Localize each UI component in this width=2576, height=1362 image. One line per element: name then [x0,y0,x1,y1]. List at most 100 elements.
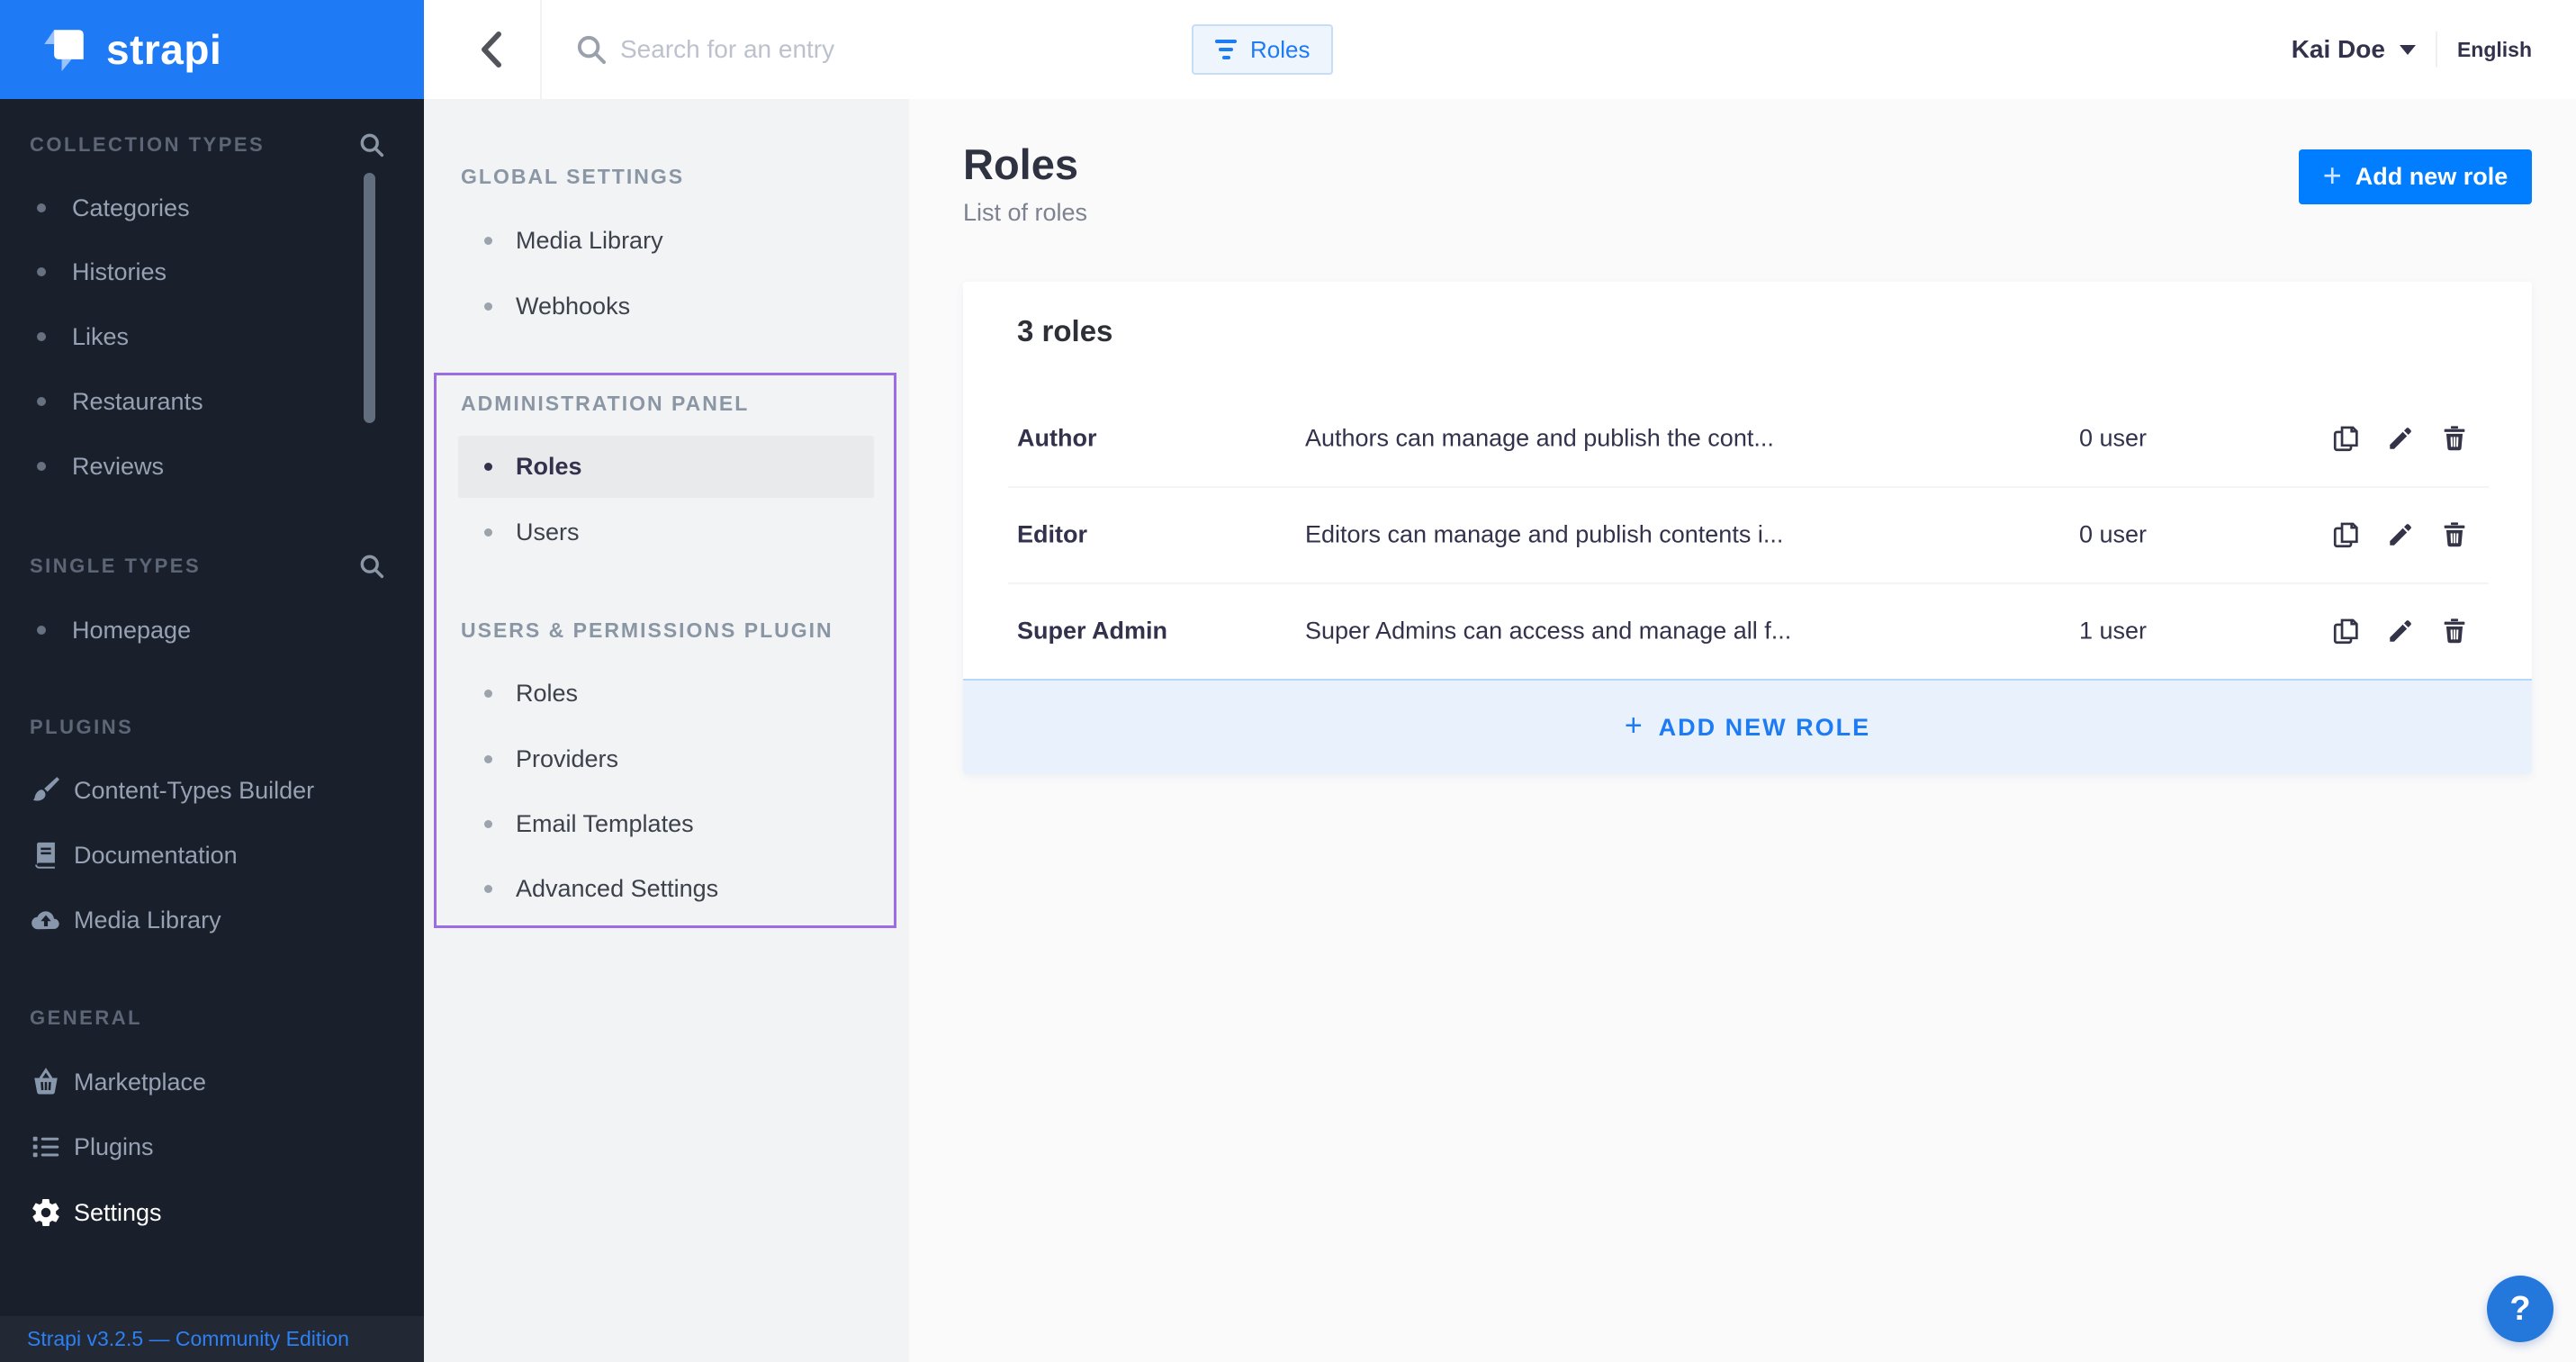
table-row-super-admin[interactable]: Super Admin Super Admins can access and … [963,582,2532,679]
subnav-item-admin-users[interactable]: Users [424,514,896,550]
sidebar-item-plugins[interactable]: Plugins [0,1129,424,1165]
role-name: Editor [1017,520,1287,548]
role-description: Super Admins can access and manage all f… [1305,617,2043,645]
sidebar-item-media-library[interactable]: Media Library [0,902,424,938]
strapi-version-link[interactable]: Strapi v3.2.5 — Community Edition [0,1316,424,1362]
main-sidebar: COLLECTION TYPES Categories Histories Li… [0,99,424,1362]
topbar-right: Kai Doe English [2292,0,2532,99]
basket-icon [25,1066,67,1098]
edit-icon[interactable] [2384,421,2417,456]
role-user-count: 0 user [2079,424,2147,452]
section-collection-types: COLLECTION TYPES [30,127,265,163]
duplicate-icon[interactable] [2330,421,2363,456]
role-user-count: 1 user [2079,617,2147,645]
add-new-role-button[interactable]: + Add new role [2299,149,2532,204]
language-selector[interactable]: English [2457,38,2532,62]
bullet-icon [484,237,492,245]
help-button[interactable]: ? [2487,1276,2553,1342]
bullet-icon [484,463,492,471]
sidebar-item-settings[interactable]: Settings [0,1195,424,1231]
back-button[interactable] [464,0,518,99]
add-new-role-footer-button[interactable]: + ADD NEW ROLE [963,679,2532,774]
delete-icon[interactable] [2438,614,2471,648]
page-title: Roles [963,140,1087,190]
roles-list-card: 3 roles Author Authors can manage and pu… [963,282,2532,774]
section-general: GENERAL [30,1000,142,1036]
filter-icon [1215,40,1237,59]
sidebar-item-documentation[interactable]: Documentation [0,837,424,873]
filter-tag-roles[interactable]: Roles [1192,24,1333,75]
search-icon [575,33,608,66]
role-name: Author [1017,424,1287,452]
sidebar-item-marketplace[interactable]: Marketplace [0,1064,424,1100]
roles-count: 3 roles [1017,314,1112,348]
sidebar-item-content-types-builder[interactable]: Content-Types Builder [0,772,424,808]
section-users-permissions-plugin: USERS & PERMISSIONS PLUGIN [461,612,833,648]
subnav-item-providers[interactable]: Providers [424,741,896,777]
bullet-icon [484,885,492,893]
edit-icon[interactable] [2384,614,2417,648]
section-global-settings: GLOBAL SETTINGS [461,158,684,194]
bullet-icon [484,820,492,828]
sidebar-item-restaurants[interactable]: Restaurants [0,383,424,419]
single-types-search-icon[interactable] [358,553,385,580]
topbar-divider [540,0,542,99]
delete-icon[interactable] [2438,421,2471,456]
bullet-icon [484,690,492,698]
search-input[interactable]: Search for an entry [620,0,834,99]
table-row-author[interactable]: Author Authors can manage and publish th… [963,390,2532,486]
bullet-icon [484,302,492,311]
row-actions [2330,518,2471,552]
sidebar-item-categories[interactable]: Categories [0,190,424,226]
bullet-icon [37,626,46,635]
subnav-item-admin-roles[interactable]: Roles [424,448,896,484]
subnav-item-media-library[interactable]: Media Library [424,222,896,258]
delete-icon[interactable] [2438,518,2471,552]
sidebar-item-reviews[interactable]: Reviews [0,448,424,484]
book-icon [25,840,67,870]
subnav-item-advanced-settings[interactable]: Advanced Settings [424,870,896,906]
section-administration-panel: ADMINISTRATION PANEL [461,385,749,421]
logo-wordmark: strapi [106,25,221,74]
subnav-item-webhooks[interactable]: Webhooks [424,288,896,324]
role-description: Editors can manage and publish contents … [1305,520,2043,548]
duplicate-icon[interactable] [2330,518,2363,552]
table-row-editor[interactable]: Editor Editors can manage and publish co… [963,486,2532,582]
chevron-down-icon [2400,45,2416,55]
bullet-icon [37,462,46,471]
bullet-icon [37,203,46,212]
page-header: Roles List of roles [963,140,1087,227]
bullet-icon [484,755,492,763]
bullet-icon [37,332,46,341]
list-icon [25,1131,67,1163]
role-user-count: 0 user [2079,520,2147,548]
paintbrush-icon [25,774,67,807]
roles-table: Author Authors can manage and publish th… [963,390,2532,679]
user-name: Kai Doe [2292,35,2385,64]
section-plugins: PLUGINS [30,709,133,745]
logo-band[interactable]: strapi [0,0,424,99]
user-menu[interactable]: Kai Doe [2292,35,2416,64]
sidebar-item-histories[interactable]: Histories [0,254,424,290]
bullet-icon [37,267,46,276]
duplicate-icon[interactable] [2330,614,2363,648]
edit-icon[interactable] [2384,518,2417,552]
sidebar-item-likes[interactable]: Likes [0,319,424,355]
bullet-icon [37,397,46,406]
subnav-item-up-roles[interactable]: Roles [424,675,896,711]
topbar-right-divider [2436,32,2437,68]
role-description: Authors can manage and publish the cont.… [1305,424,2043,452]
row-actions [2330,614,2471,648]
settings-subnav: GLOBAL SETTINGS Media Library Webhooks A… [424,99,909,1362]
row-actions [2330,421,2471,456]
sidebar-item-homepage[interactable]: Homepage [0,612,424,648]
plus-icon: + [2323,159,2342,192]
subnav-item-email-templates[interactable]: Email Templates [424,806,896,842]
section-single-types: SINGLE TYPES [30,548,201,584]
collection-types-search-icon[interactable] [358,131,385,158]
chevron-left-icon [479,31,502,68]
cloud-upload-icon [25,903,67,937]
gear-icon [25,1196,67,1229]
plus-icon: + [1625,710,1643,741]
role-name: Super Admin [1017,617,1287,645]
